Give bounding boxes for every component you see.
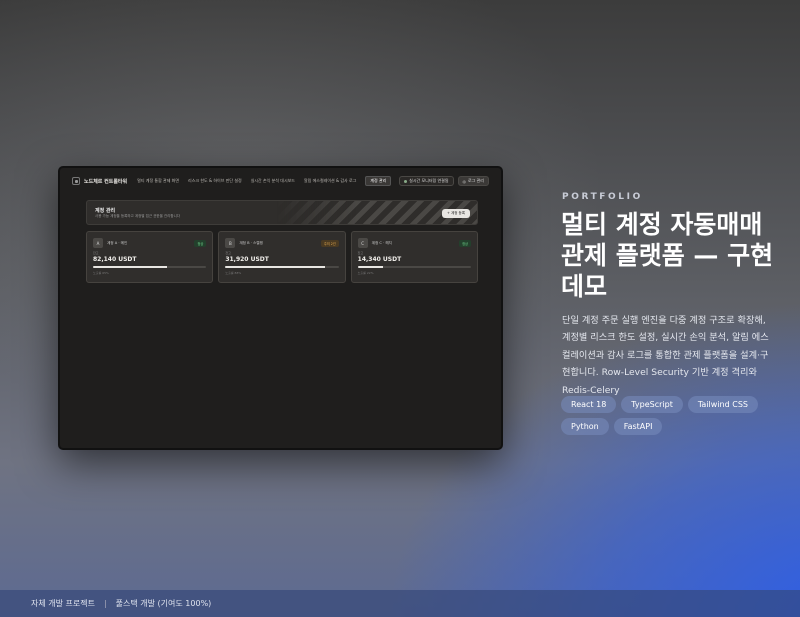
account-name: 계정 A · 메인 [107,240,128,245]
preview-brand: 노드체르 컨트롤타워 [84,178,128,185]
tech-tag: React 18 [561,396,617,413]
connection-status-pill: 실시간 모니터링 연결됨 [399,176,454,186]
status-badge: 정상 [194,239,207,247]
add-account-button[interactable]: + 계정 등록 [441,209,470,218]
accounts-title: 계정 관리 [95,208,116,214]
balance-value: 31,920 USDT [225,256,269,263]
project-footer: 자체 개발 프로젝트 | 풀스택 개발 (기여도 100%) [0,590,800,617]
project-title: 멀티 계정 자동매매 관제 플랫폼 — 구현 데모 [561,210,774,301]
balance-value: 14,340 USDT [357,256,402,263]
account-avatar: C [357,238,368,248]
tech-tag-list: React 18 TypeScript Tailwind CSS Python … [561,396,771,435]
exposure-text: 노출률 88% [225,271,242,275]
balance-value: 82,140 USDT [93,256,137,263]
status-dot-icon [404,179,408,183]
exposure-bar [357,266,471,268]
tech-tag: Tailwind CSS [687,396,758,413]
account-card[interactable]: C 계정 C · 헤지 정상 잔고 14,340 USDT 노출률 22% [350,231,478,283]
preview-navbar: 노드체르 컨트롤타워 멀티 계정 통합 관제 화면 리스크 한도 & 하이브 판… [60,168,501,194]
exposure-bar [93,266,207,268]
balance-caption: 잔고 [225,251,231,255]
account-avatar: A [93,238,103,248]
status-badge: 주의 2건 [320,239,339,247]
log-button-label: 로그 관리 [468,178,484,183]
tech-tag: Python [561,418,609,435]
tech-tag: TypeScript [621,396,683,413]
exposure-bar-fill [357,266,383,268]
account-name: 계정 B · 스캘핑 [239,240,263,245]
exposure-bar [225,266,339,268]
accounts-header: 계정 관리 사용 가능 계정을 등록하고 계정별 접근 권한을 관리합니다 + … [86,200,478,225]
status-badge: 정상 [459,239,471,247]
project-role: 풀스택 개발 (기여도 100%) [115,599,212,608]
nav-link-risk[interactable]: 리스크 한도 & 하이브 판단 설정 [188,178,242,184]
nav-right-group: 실시간 모니터링 연결됨 ◎ 로그 관리 [399,176,489,186]
exposure-text: 노출률 22% [357,271,374,275]
exposure-bar-fill [93,266,167,268]
project-description: 단일 계정 주문 실행 엔진을 다중 계정 구조로 확장해, 계정별 리스크 한… [562,315,769,396]
accounts-subtitle: 사용 가능 계정을 등록하고 계정별 접근 권한을 관리합니다 [95,214,181,218]
balance-caption: 잔고 [93,251,99,255]
exposure-text: 노출률 65% [93,271,109,275]
app-preview-window: 노드체르 컨트롤타워 멀티 계정 통합 관제 화면 리스크 한도 & 하이브 판… [58,166,503,450]
user-icon: ◎ [462,178,467,184]
balance-caption: 잔고 [357,251,364,255]
nav-link-accounts[interactable]: 계정 관리 [365,176,392,186]
project-type: 자체 개발 프로젝트 [31,599,95,608]
account-card[interactable]: B 계정 B · 스캘핑 주의 2건 잔고 31,920 USDT 노출률 88… [218,231,346,283]
exposure-bar-fill [225,266,326,268]
footer-separator: | [103,599,107,608]
nav-link-alerts[interactable]: 알림 에스컬레이션 & 감사 로그 [304,178,356,184]
account-card[interactable]: A 계정 A · 메인 정상 잔고 82,140 USDT 노출률 65% [86,231,214,283]
connection-status-text: 실시간 모니터링 연결됨 [409,178,449,183]
nav-link-pnl[interactable]: 실시간 손익 분석 대시보드 [251,178,295,184]
nav-link-dashboard[interactable]: 멀티 계정 통합 관제 화면 [137,178,179,184]
app-logo-icon [72,177,80,185]
account-card-list: A 계정 A · 메인 정상 잔고 82,140 USDT 노출률 65% B … [86,231,478,283]
tech-tag: FastAPI [613,418,663,435]
account-name: 계정 C · 헤지 [371,240,392,245]
log-button[interactable]: ◎ 로그 관리 [457,176,489,186]
portfolio-eyebrow: PORTFOLIO [562,192,643,202]
account-avatar: B [225,238,236,248]
